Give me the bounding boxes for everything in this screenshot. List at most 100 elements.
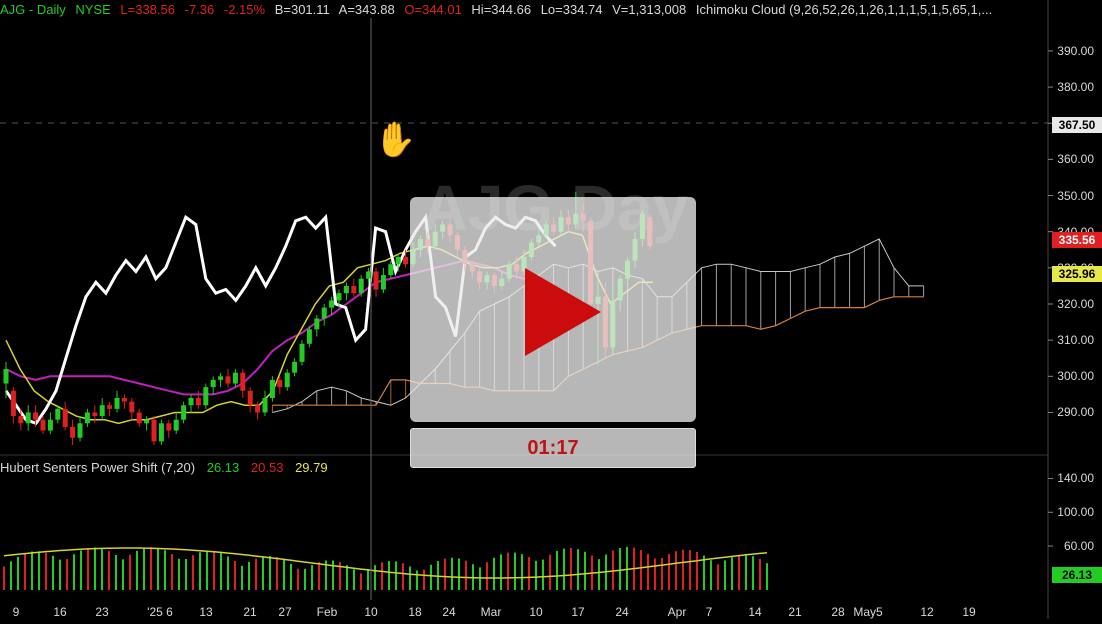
candle-body bbox=[336, 293, 342, 301]
play-icon[interactable] bbox=[525, 268, 601, 356]
candle-body bbox=[166, 423, 172, 431]
candle-body bbox=[40, 419, 46, 431]
candle-body bbox=[210, 379, 216, 388]
change-pct: -2.15% bbox=[223, 2, 266, 17]
price-tick-label: 380.00 bbox=[1057, 80, 1094, 95]
date-tick-label: 24 bbox=[442, 605, 456, 619]
price-tick-label: 290.00 bbox=[1057, 405, 1094, 420]
candle-body bbox=[306, 329, 312, 344]
candle-body bbox=[277, 379, 283, 388]
symbol-label: AJG - Daily bbox=[0, 2, 66, 17]
price-tick-label: 310.00 bbox=[1057, 333, 1094, 348]
chart-stage: AJG Day AJG - Daily NYSE L=338.56 -7.36 … bbox=[0, 0, 1102, 619]
candle-body bbox=[292, 361, 298, 373]
candle-body bbox=[55, 408, 61, 420]
candle-body bbox=[25, 412, 31, 424]
video-timer: 01:17 bbox=[410, 428, 696, 468]
candle-body bbox=[373, 271, 379, 290]
date-tick-label: 7 bbox=[705, 605, 713, 619]
candle-body bbox=[70, 426, 76, 438]
candle-body bbox=[358, 278, 364, 294]
open-value: O=344.01 bbox=[404, 2, 462, 17]
date-tick-label: 16 bbox=[53, 605, 67, 619]
lower-tick-label: 100.00 bbox=[1057, 505, 1094, 520]
change-value: -7.36 bbox=[184, 2, 215, 17]
power-shift-v2: 20.53 bbox=[250, 460, 284, 475]
candle-body bbox=[77, 423, 83, 438]
candle-body bbox=[47, 419, 53, 431]
date-tick-label: 19 bbox=[962, 605, 976, 619]
date-tick-label: 21 bbox=[788, 605, 802, 619]
candle-body bbox=[329, 300, 335, 308]
candle-body bbox=[151, 419, 157, 442]
candle-body bbox=[136, 412, 142, 424]
date-tick-label: 18 bbox=[408, 605, 422, 619]
lower-tick-label: 60.00 bbox=[1063, 539, 1094, 554]
cloud-price-tag: 325.96 bbox=[1052, 266, 1102, 282]
candle-body bbox=[284, 372, 290, 388]
candle-body bbox=[203, 387, 209, 406]
candle-body bbox=[121, 398, 127, 402]
power-shift-v3: 29.79 bbox=[295, 460, 328, 475]
volume-value: V=1,313,008 bbox=[612, 2, 687, 17]
candle-body bbox=[262, 398, 268, 413]
candle-body bbox=[351, 285, 357, 294]
candle-body bbox=[84, 412, 90, 424]
candle-body bbox=[33, 412, 39, 420]
lower-value-tag: 26.13 bbox=[1052, 567, 1102, 583]
date-tick-label: 24 bbox=[615, 605, 629, 619]
candle-body bbox=[144, 419, 150, 424]
candle-body bbox=[255, 405, 261, 413]
date-tick-label: 10 bbox=[364, 605, 378, 619]
candle-body bbox=[18, 416, 24, 424]
high-value: Hi=344.66 bbox=[471, 2, 532, 17]
date-tick-label: Feb bbox=[316, 605, 338, 619]
candle-body bbox=[181, 405, 187, 420]
power-shift-label: Hubert Senters Power Shift (7,20) 26.13 … bbox=[0, 460, 336, 475]
price-tick-label: 350.00 bbox=[1057, 188, 1094, 203]
candle-body bbox=[10, 390, 16, 417]
ask-value: A=343.88 bbox=[338, 2, 395, 17]
date-tick-label: 12 bbox=[920, 605, 934, 619]
candle-body bbox=[395, 257, 401, 265]
candle-body bbox=[99, 405, 105, 417]
date-tick-label: 27 bbox=[278, 605, 292, 619]
date-tick-label: 10 bbox=[529, 605, 543, 619]
candle-body bbox=[388, 264, 394, 276]
exchange-label: NYSE bbox=[75, 2, 111, 17]
candle-body bbox=[240, 372, 246, 391]
date-tick-label: 13 bbox=[199, 605, 213, 619]
candle-body bbox=[403, 257, 409, 265]
candle-body bbox=[299, 343, 305, 362]
candle-body bbox=[129, 401, 135, 413]
candle-body bbox=[366, 271, 372, 279]
power-shift-name: Hubert Senters Power Shift (7,20) bbox=[0, 460, 196, 475]
candle-body bbox=[188, 398, 194, 406]
date-tick-label: 17 bbox=[571, 605, 585, 619]
date-tick-label: Apr bbox=[667, 605, 687, 619]
candle-body bbox=[269, 379, 275, 398]
power-shift-line bbox=[3, 547, 768, 579]
lower-tick-label: 140.00 bbox=[1057, 471, 1094, 486]
candle-body bbox=[92, 412, 98, 417]
last-price-tag: 335.56 bbox=[1052, 232, 1102, 248]
date-tick-label: '25 6 bbox=[147, 605, 173, 619]
candle-body bbox=[3, 369, 9, 384]
candle-body bbox=[107, 405, 113, 409]
candle-body bbox=[380, 275, 386, 290]
price-tick-label: 320.00 bbox=[1057, 297, 1094, 311]
candle-body bbox=[62, 408, 68, 427]
price-tick-label: 360.00 bbox=[1057, 152, 1094, 167]
candle-body bbox=[314, 318, 320, 330]
date-tick-label: 23 bbox=[95, 605, 109, 619]
candle-body bbox=[321, 307, 327, 319]
date-tick-label: 21 bbox=[243, 605, 257, 619]
price-tick-label: 390.00 bbox=[1057, 43, 1094, 58]
lower-panel bbox=[3, 546, 768, 590]
candle-body bbox=[232, 372, 238, 384]
candle-body bbox=[195, 398, 201, 406]
candle-body bbox=[247, 390, 253, 406]
date-tick-label: May5 bbox=[853, 605, 883, 619]
low-value: Lo=334.74 bbox=[540, 2, 603, 17]
indicator-name: Ichimoku Cloud (9,26,52,26,1,26,1,1,1,5,… bbox=[695, 2, 993, 17]
